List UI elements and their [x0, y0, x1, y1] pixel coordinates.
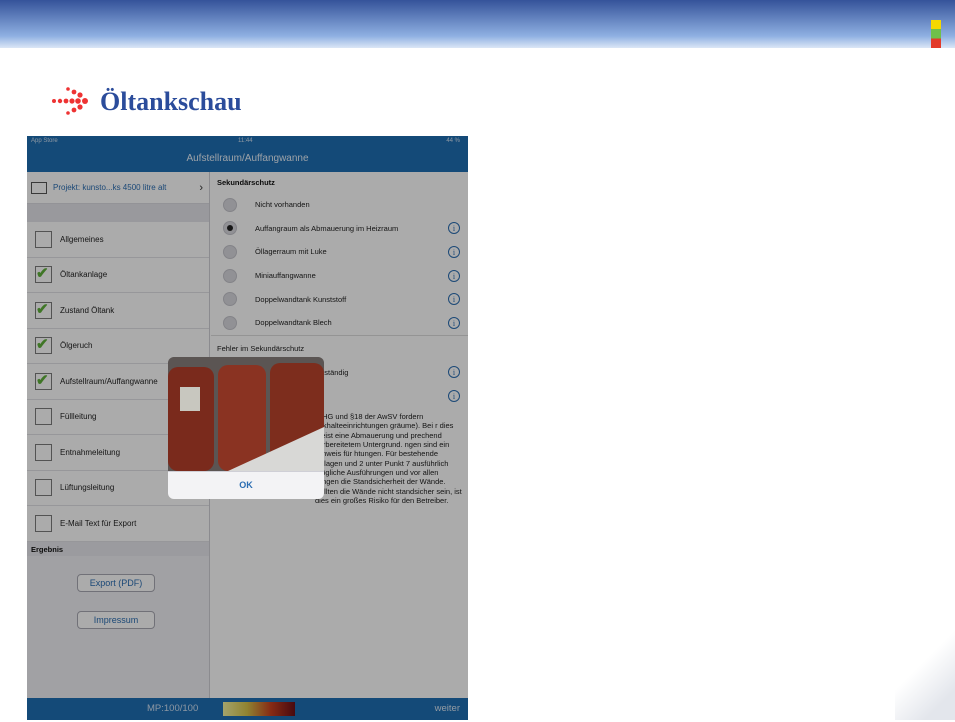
slide-header-bar: [0, 0, 955, 48]
dots-logo-icon: [52, 87, 88, 115]
page-curl: [895, 630, 955, 720]
slide-title: Öltankschau: [100, 87, 242, 116]
flag-icon: [931, 20, 941, 48]
popup-ok-button[interactable]: OK: [168, 471, 324, 499]
tank-photo: [168, 357, 324, 471]
ipad-screen-1: App Store 11:44 44 % Aufstellraum/Auffan…: [27, 136, 468, 720]
photo-popup: OK: [168, 357, 324, 499]
